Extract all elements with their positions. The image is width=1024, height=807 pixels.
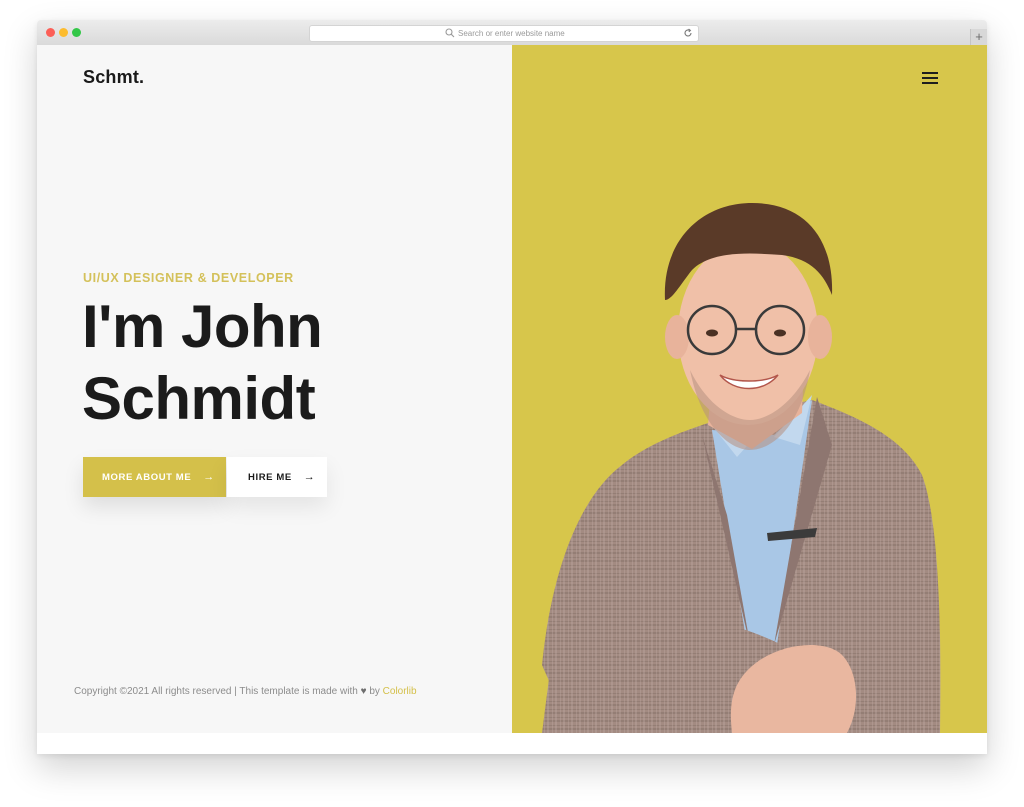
portrait-photo xyxy=(542,203,941,733)
more-about-me-button[interactable]: MORE ABOUT ME → xyxy=(83,457,226,497)
site-logo[interactable]: Schmt. xyxy=(83,67,144,88)
by-label: by xyxy=(369,686,380,697)
hire-me-label: HIRE ME xyxy=(248,471,292,483)
page-content: Schmt. UI/UX DESIGNER & DEVELOPER I'm Jo… xyxy=(37,45,987,733)
hero-name: I'm John Schmidt xyxy=(82,291,323,435)
hero-subtitle: UI/UX DESIGNER & DEVELOPER xyxy=(83,271,294,285)
copyright-label: Copyright ©2021 All rights reserved | Th… xyxy=(74,686,358,697)
reload-icon[interactable] xyxy=(683,28,693,38)
search-icon xyxy=(445,28,455,38)
address-bar[interactable]: Search or enter website name xyxy=(309,25,699,42)
maximize-window-button[interactable] xyxy=(72,28,81,37)
hero-image-panel xyxy=(512,45,987,733)
hire-me-button[interactable]: HIRE ME → xyxy=(227,457,327,497)
arrow-right-icon: → xyxy=(303,471,316,483)
hero-name-line1: I'm John xyxy=(82,293,323,360)
address-placeholder: Search or enter website name xyxy=(458,29,565,38)
more-about-me-label: MORE ABOUT ME xyxy=(102,471,192,483)
hero-name-line2: Schmidt xyxy=(82,365,316,432)
browser-titlebar: Search or enter website name + xyxy=(37,20,987,46)
copyright-text: Copyright ©2021 All rights reserved | Th… xyxy=(74,686,417,697)
minimize-window-button[interactable] xyxy=(59,28,68,37)
browser-window: Search or enter website name + Schmt. UI… xyxy=(37,20,987,754)
close-window-button[interactable] xyxy=(46,28,55,37)
arrow-right-icon: → xyxy=(203,471,215,483)
page-bottom-strip xyxy=(37,733,987,754)
colorlib-link[interactable]: Colorlib xyxy=(383,686,417,697)
heart-icon: ♥ xyxy=(360,686,367,697)
new-tab-button[interactable]: + xyxy=(970,29,987,45)
